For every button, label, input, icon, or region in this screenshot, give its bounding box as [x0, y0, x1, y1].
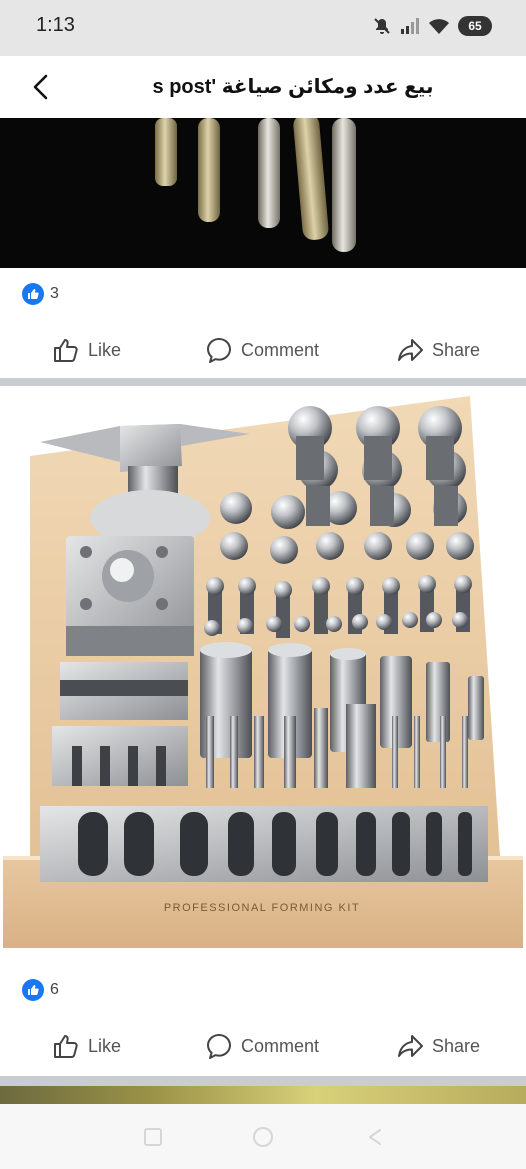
post-photo[interactable]: PROFESSIONAL FORMING KIT	[0, 386, 526, 968]
signal-icon	[401, 18, 419, 34]
thumbs-up-icon	[54, 1035, 78, 1058]
home-icon[interactable]	[250, 1124, 276, 1150]
page-title: بيع عدد ومكائن صياغة 's post	[152, 76, 434, 98]
like-label: Like	[88, 1035, 122, 1056]
like-button[interactable]: Like	[52, 330, 121, 370]
reaction-summary[interactable]: 6	[22, 977, 59, 1003]
thumbs-up-icon	[54, 339, 78, 362]
post-separator	[0, 378, 526, 386]
status-time: 1:13	[36, 14, 75, 36]
battery-level: 65	[468, 19, 482, 33]
tools-photo	[0, 118, 526, 268]
comment-icon	[207, 338, 231, 363]
post-actions: Like Comment Share	[0, 330, 526, 370]
back-button[interactable]	[22, 68, 60, 106]
back-icon[interactable]	[362, 1124, 388, 1150]
system-nav-bar	[0, 1104, 526, 1169]
mute-icon	[374, 18, 390, 34]
share-icon	[398, 339, 423, 361]
wifi-icon	[429, 19, 449, 34]
post-separator	[0, 1076, 526, 1086]
reaction-count: 6	[50, 981, 59, 998]
thumbs-up-reaction-icon	[22, 283, 44, 305]
reaction-summary[interactable]: 3	[22, 281, 59, 307]
like-button[interactable]: Like	[52, 1026, 121, 1066]
forming-kit-photo: PROFESSIONAL FORMING KIT	[0, 386, 526, 968]
recents-icon[interactable]	[140, 1124, 166, 1150]
comment-button[interactable]: Comment	[205, 1026, 319, 1066]
status-icons: 65	[372, 14, 492, 38]
post-header: بيع عدد ومكائن صياغة 's post	[0, 56, 526, 118]
thumbs-up-reaction-icon	[22, 979, 44, 1001]
post-photo[interactable]	[0, 1086, 526, 1104]
battery-icon: 65	[458, 16, 492, 36]
comment-label: Comment	[241, 1035, 320, 1056]
share-button[interactable]: Share	[396, 330, 480, 370]
comment-button[interactable]: Comment	[205, 330, 319, 370]
share-label: Share	[432, 339, 481, 360]
share-label: Share	[432, 1035, 481, 1056]
like-label: Like	[88, 339, 122, 360]
kit-engraving: PROFESSIONAL FORMING KIT	[164, 902, 360, 914]
status-bar: 1:13 65	[0, 0, 526, 56]
share-icon	[398, 1035, 423, 1057]
chevron-left-icon	[33, 74, 48, 100]
post-actions: Like Comment Share	[0, 1026, 526, 1066]
comment-icon	[207, 1034, 231, 1059]
share-button[interactable]: Share	[396, 1026, 480, 1066]
post-photo[interactable]	[0, 118, 526, 268]
comment-label: Comment	[241, 339, 320, 360]
reaction-count: 3	[50, 285, 59, 302]
